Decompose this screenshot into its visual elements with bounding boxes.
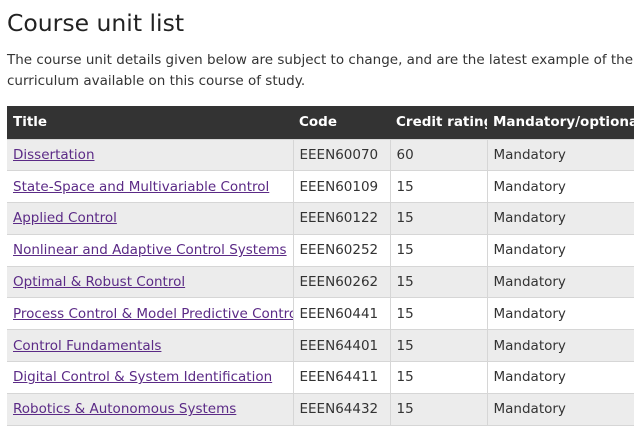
mandatory-status-cell: Mandatory xyxy=(486,202,634,235)
credit-rating-cell: 15 xyxy=(389,361,487,394)
unit-code-cell: EEEN64401 xyxy=(292,329,390,362)
table-row: Dissertation EEEN60070 60 Mandatory xyxy=(7,138,634,171)
course-unit-table: Title Code Credit rating Mandatory/optio… xyxy=(7,106,634,426)
unit-title-link[interactable]: Control Fundamentals xyxy=(13,338,161,354)
page-title: Course unit list xyxy=(7,9,185,37)
unit-title-link[interactable]: Optimal & Robust Control xyxy=(13,274,185,290)
unit-title-cell: Digital Control & System Identification xyxy=(7,361,293,394)
credit-rating-cell: 15 xyxy=(389,392,487,426)
unit-title-cell: Applied Control xyxy=(7,202,293,235)
unit-title-link[interactable]: Robotics & Autonomous Systems xyxy=(13,401,236,417)
column-header-code: Code xyxy=(299,114,338,131)
credit-rating-cell: 15 xyxy=(389,202,487,235)
unit-code-cell: EEEN60262 xyxy=(292,265,390,298)
mandatory-status-cell: Mandatory xyxy=(486,361,634,394)
mandatory-status-cell: Mandatory xyxy=(486,265,634,298)
credit-rating-cell: 15 xyxy=(389,170,487,203)
table-row: Process Control & Model Predictive Contr… xyxy=(7,297,634,330)
unit-title-link[interactable]: Applied Control xyxy=(13,210,117,226)
unit-code-cell: EEEN60070 xyxy=(292,138,390,171)
table-row: Optimal & Robust Control EEEN60262 15 Ma… xyxy=(7,265,634,298)
mandatory-status-cell: Mandatory xyxy=(486,297,634,330)
table-header-row: Title Code Credit rating Mandatory/optio… xyxy=(7,106,634,139)
table-row: Applied Control EEEN60122 15 Mandatory xyxy=(7,202,634,235)
unit-code-cell: EEEN60252 xyxy=(292,233,390,267)
table-row: Digital Control & System Identification … xyxy=(7,361,634,394)
unit-title-link[interactable]: Digital Control & System Identification xyxy=(13,369,272,385)
table-row: Robotics & Autonomous Systems EEEN64432 … xyxy=(7,392,634,426)
mandatory-status-cell: Mandatory xyxy=(486,138,634,171)
course-unit-page: Course unit list The course unit details… xyxy=(0,0,640,429)
unit-code-cell: EEEN64411 xyxy=(292,361,390,394)
credit-rating-cell: 15 xyxy=(389,297,487,330)
unit-title-cell: State-Space and Multivariable Control xyxy=(7,170,293,203)
unit-title-link[interactable]: Nonlinear and Adaptive Control Systems xyxy=(13,242,287,258)
credit-rating-cell: 15 xyxy=(389,265,487,298)
unit-code-cell: EEEN60109 xyxy=(292,170,390,203)
table-row: Nonlinear and Adaptive Control Systems E… xyxy=(7,233,634,267)
mandatory-status-cell: Mandatory xyxy=(486,392,634,426)
unit-code-cell: EEEN64432 xyxy=(292,392,390,426)
unit-code-cell: EEEN60441 xyxy=(292,297,390,330)
unit-title-cell: Process Control & Model Predictive Contr… xyxy=(7,297,293,330)
column-header-title: Title xyxy=(13,114,48,131)
unit-title-cell: Robotics & Autonomous Systems xyxy=(7,392,293,426)
column-header-credit: Credit rating xyxy=(396,114,487,131)
mandatory-status-cell: Mandatory xyxy=(486,170,634,203)
table-row: State-Space and Multivariable Control EE… xyxy=(7,170,634,203)
unit-title-link[interactable]: State-Space and Multivariable Control xyxy=(13,179,269,195)
column-header-mandatory: Mandatory/optional xyxy=(493,114,634,131)
unit-title-cell: Nonlinear and Adaptive Control Systems xyxy=(7,233,293,267)
intro-text: The course unit details given below are … xyxy=(7,52,634,89)
mandatory-status-cell: Mandatory xyxy=(486,233,634,267)
credit-rating-cell: 60 xyxy=(389,138,487,171)
mandatory-status-cell: Mandatory xyxy=(486,329,634,362)
table-row: Control Fundamentals EEEN64401 15 Mandat… xyxy=(7,329,634,362)
credit-rating-cell: 15 xyxy=(389,329,487,362)
unit-code-cell: EEEN60122 xyxy=(292,202,390,235)
credit-rating-cell: 15 xyxy=(389,233,487,267)
unit-title-cell: Optimal & Robust Control xyxy=(7,265,293,298)
unit-title-link[interactable]: Dissertation xyxy=(13,147,95,163)
unit-title-cell: Dissertation xyxy=(7,138,293,171)
unit-title-cell: Control Fundamentals xyxy=(7,329,293,362)
unit-title-link[interactable]: Process Control & Model Predictive Contr… xyxy=(13,306,293,322)
